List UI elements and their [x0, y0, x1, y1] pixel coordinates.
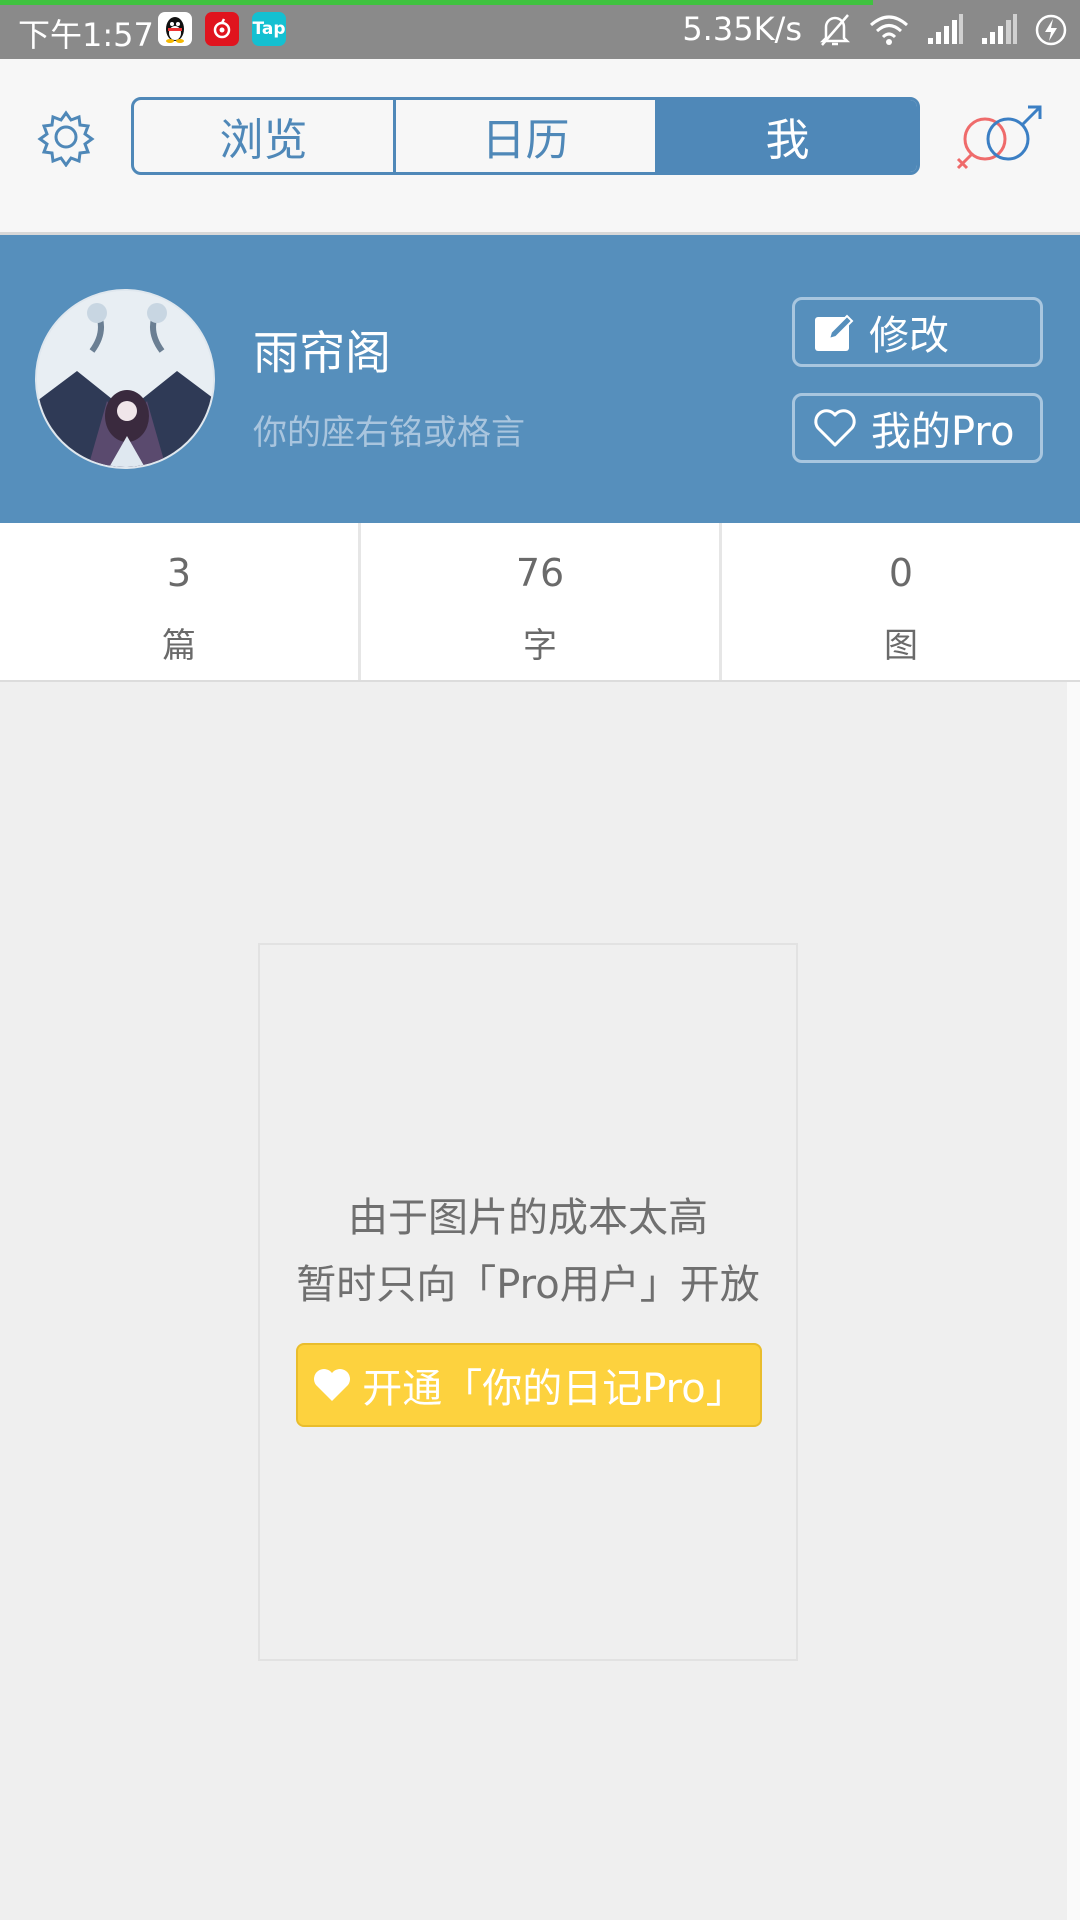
- netease-music-icon: [205, 12, 239, 46]
- stat-label: 图: [884, 626, 918, 666]
- subscribe-pro-button[interactable]: 开通「你的日记Pro」: [296, 1343, 762, 1427]
- stat-value: 0: [888, 551, 914, 595]
- signal-icon: [982, 14, 1017, 44]
- tab-me[interactable]: 我: [658, 100, 917, 172]
- edit-profile-button[interactable]: 修改: [792, 297, 1043, 367]
- app-header: 浏览 日历 我: [0, 59, 1080, 235]
- signal-icon: [928, 14, 963, 44]
- stat-label: 篇: [162, 626, 196, 666]
- notice-line-2: 暂时只向「Pro用户」开放: [296, 1262, 760, 1308]
- heart-icon: [314, 1369, 351, 1401]
- edit-profile-label: 修改: [869, 313, 949, 359]
- qq-icon: [158, 12, 192, 46]
- tab-browse[interactable]: 浏览: [134, 100, 396, 172]
- my-pro-label: 我的Pro: [871, 409, 1015, 455]
- heart-outline-icon: [814, 409, 856, 447]
- profile-motto[interactable]: 你的座右铭或格言: [253, 405, 525, 454]
- load-progress-bar: [0, 0, 873, 5]
- wifi-icon: [870, 15, 908, 45]
- charging-icon: [1035, 14, 1067, 46]
- stat-entries[interactable]: 3 篇: [0, 523, 361, 680]
- settings-button[interactable]: [36, 107, 96, 168]
- status-time: 下午1:57: [18, 16, 154, 54]
- notice-line-1: 由于图片的成本太高: [348, 1195, 708, 1241]
- gear-icon: [37, 110, 95, 168]
- my-pro-button[interactable]: 我的Pro: [792, 393, 1043, 463]
- profile-card: 雨帘阁 你的座右铭或格言 修改 我的Pro: [0, 235, 1080, 523]
- avatar[interactable]: [35, 289, 215, 469]
- stat-label: 字: [523, 626, 557, 666]
- gender-toggle-button[interactable]: [950, 101, 1050, 181]
- gender-icon: [956, 105, 1042, 170]
- scroll-track: [1067, 682, 1080, 1920]
- taptap-icon: Tap: [252, 12, 286, 46]
- avatar-image: [37, 291, 213, 467]
- stat-images[interactable]: 0 图: [722, 523, 1080, 680]
- edit-icon: [815, 314, 854, 351]
- pro-only-notice: 由于图片的成本太高 暂时只向「Pro用户」开放 开通「你的日记Pro」: [258, 943, 798, 1661]
- stat-words[interactable]: 76 字: [361, 523, 722, 680]
- main-tabs: 浏览 日历 我: [131, 97, 920, 175]
- stat-value: 76: [515, 551, 565, 595]
- network-speed: 5.35K/s: [682, 10, 802, 48]
- mute-bell-icon: [819, 14, 851, 46]
- tab-calendar[interactable]: 日历: [396, 100, 658, 172]
- stat-value: 3: [166, 551, 192, 595]
- subscribe-pro-label: 开通「你的日记Pro」: [362, 1366, 746, 1412]
- profile-name: 雨帘阁: [253, 326, 391, 380]
- stats-bar: 3 篇 76 字 0 图: [0, 523, 1080, 682]
- status-bar: 下午1:57 Tap 5.35K/s: [0, 0, 1080, 59]
